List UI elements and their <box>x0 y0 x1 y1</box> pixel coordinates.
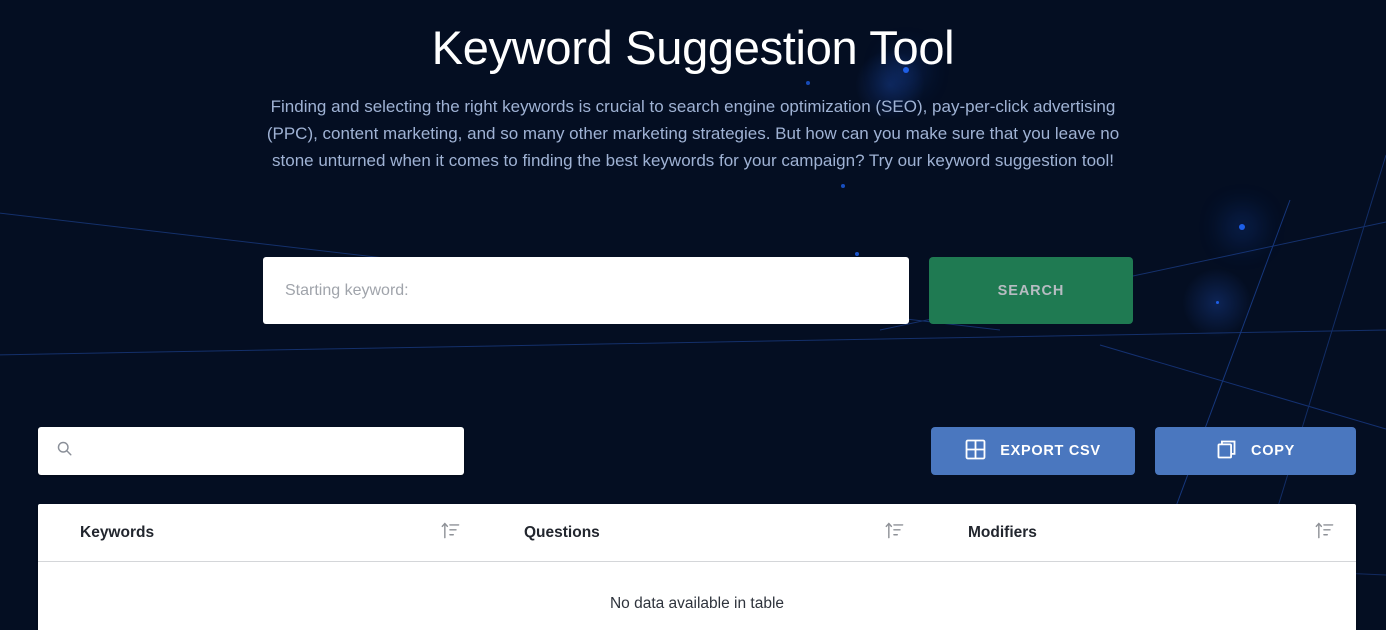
sort-amount-icon[interactable] <box>1315 522 1334 544</box>
column-label: Questions <box>524 524 600 541</box>
decorative-dot <box>855 252 859 256</box>
hero-section: Keyword Suggestion Tool Finding and sele… <box>0 0 1386 174</box>
column-label: Keywords <box>80 524 155 541</box>
page-description: Finding and selecting the right keywords… <box>266 97 1120 170</box>
sort-amount-icon[interactable] <box>441 522 460 544</box>
copy-button[interactable]: COPY <box>1155 427 1356 475</box>
results-table-card: Keywords Questions Modifiers No data ava… <box>38 504 1356 630</box>
results-table-head: Keywords Questions Modifiers <box>38 504 1356 562</box>
results-toolbar: EXPORT CSV COPY <box>38 427 1356 475</box>
table-filter[interactable] <box>38 427 464 475</box>
copy-icon <box>1216 439 1237 464</box>
export-csv-button[interactable]: EXPORT CSV <box>931 427 1135 475</box>
page-title: Keyword Suggestion Tool <box>431 21 955 74</box>
starting-keyword-input[interactable] <box>263 257 909 324</box>
copy-label: COPY <box>1251 443 1295 459</box>
decorative-glow <box>1182 268 1252 338</box>
decorative-dot <box>1216 301 1219 304</box>
search-button[interactable]: SEARCH <box>929 257 1133 324</box>
column-header-keywords[interactable]: Keywords <box>38 504 482 562</box>
table-filter-input[interactable] <box>84 427 464 475</box>
column-header-questions[interactable]: Questions <box>482 504 926 562</box>
sort-amount-icon[interactable] <box>885 522 904 544</box>
decorative-dot <box>841 184 845 188</box>
empty-state-row: No data available in table <box>38 561 1356 630</box>
table-header-row: Keywords Questions Modifiers <box>38 504 1356 562</box>
search-icon <box>56 440 73 462</box>
keyword-search-form: SEARCH <box>263 257 1133 324</box>
export-csv-label: EXPORT CSV <box>1000 443 1101 459</box>
column-header-modifiers[interactable]: Modifiers <box>926 504 1356 562</box>
table-grid-icon <box>965 439 986 464</box>
results-table-body: No data available in table <box>38 561 1356 630</box>
results-table: Keywords Questions Modifiers No data ava… <box>38 504 1356 630</box>
decorative-dot <box>1239 224 1245 230</box>
column-label: Modifiers <box>968 524 1037 541</box>
empty-state-message: No data available in table <box>38 561 1356 630</box>
